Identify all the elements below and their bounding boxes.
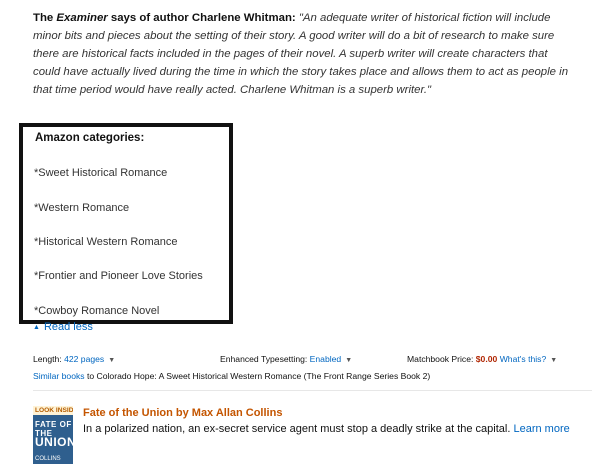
category-item: *Sweet Historical Romance bbox=[34, 167, 168, 179]
length-label: Length: bbox=[33, 354, 65, 364]
recommendation-description: In a polarized nation, an ex-secret serv… bbox=[83, 423, 570, 435]
category-item: *Western Romance bbox=[34, 202, 130, 214]
matchbook-info: Matchbook Price: $0.00 What's this? ▼ bbox=[407, 354, 557, 364]
similar-books-link[interactable]: Similar books bbox=[33, 371, 85, 381]
cover-author: COLLINS bbox=[35, 456, 61, 462]
book-cover-image[interactable]: LOOK INSIDE! FATE OF THE UNION COLLINS bbox=[33, 406, 73, 464]
review-quote-text: "An adequate writer of historical fictio… bbox=[33, 12, 569, 96]
read-less-label: Read less bbox=[43, 321, 93, 333]
divider bbox=[33, 390, 592, 391]
matchbook-label: Matchbook Price: bbox=[407, 354, 476, 364]
cover-line: UNION bbox=[35, 435, 73, 449]
review-quote: The Examiner says of author Charlene Whi… bbox=[33, 9, 573, 99]
category-item: *Frontier and Pioneer Love Stories bbox=[34, 270, 203, 282]
caret-up-icon: ▲ bbox=[33, 324, 40, 331]
cover-title: FATE OF THE UNION bbox=[35, 420, 73, 449]
similar-books: Similar books to Colorado Hope: A Sweet … bbox=[33, 371, 430, 381]
review-prefix: The bbox=[33, 12, 57, 24]
publication-name: Examiner bbox=[56, 12, 108, 24]
review-lead: The Examiner says of author Charlene Whi… bbox=[33, 12, 299, 24]
whats-this-link[interactable]: What's this? bbox=[500, 354, 547, 364]
categories-box: Amazon categories: *Sweet Historical Rom… bbox=[19, 123, 233, 324]
recommendation-title-link[interactable]: Fate of the Union by Max Allan Collins bbox=[83, 407, 282, 419]
cover-line: FATE bbox=[35, 420, 57, 429]
matchbook-price: $0.00 bbox=[475, 354, 498, 364]
look-inside-badge: LOOK INSIDE! bbox=[33, 406, 73, 415]
read-less-link[interactable]: ▲ Read less bbox=[33, 321, 93, 333]
review-lead-rest: says of author Charlene Whitman: bbox=[107, 12, 299, 24]
typesetting-info: Enhanced Typesetting: Enabled ▼ bbox=[220, 354, 352, 364]
length-info: Length: 422 pages ▼ bbox=[33, 354, 115, 364]
caret-down-icon[interactable]: ▼ bbox=[108, 357, 115, 364]
categories-heading: Amazon categories: bbox=[35, 132, 145, 144]
caret-down-icon[interactable]: ▼ bbox=[345, 357, 352, 364]
recommendation-description-text: In a polarized nation, an ex-secret serv… bbox=[83, 423, 511, 435]
caret-down-icon[interactable]: ▼ bbox=[550, 357, 557, 364]
learn-more-link[interactable]: Learn more bbox=[513, 423, 569, 435]
length-value-link[interactable]: 422 pages bbox=[64, 354, 104, 364]
category-item: *Historical Western Romance bbox=[34, 236, 178, 248]
typesetting-value-link[interactable]: Enabled bbox=[310, 354, 342, 364]
typesetting-label: Enhanced Typesetting: bbox=[220, 354, 310, 364]
category-item: *Cowboy Romance Novel bbox=[34, 305, 160, 317]
similar-books-rest: to Colorado Hope: A Sweet Historical Wes… bbox=[84, 371, 431, 381]
